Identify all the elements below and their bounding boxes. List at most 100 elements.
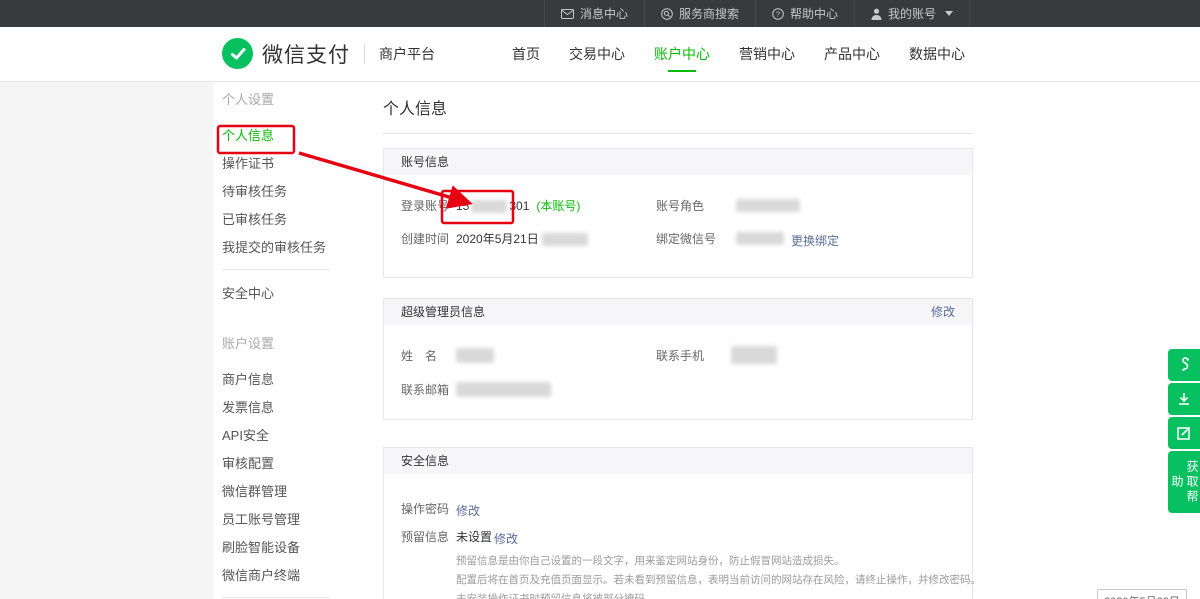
sidebar-item-operation-certificate[interactable]: 操作证书: [222, 157, 342, 170]
edit-admin-link[interactable]: 修改: [931, 299, 955, 325]
section-title: 安全信息: [401, 448, 449, 474]
created-date: 2020年5月21日: [456, 232, 539, 246]
header: 微信支付 商户平台 首页 交易中心 账户中心 营销中心 产品中心 数据中心: [0, 27, 1200, 82]
login-prefix: 15: [456, 199, 469, 213]
sidebar-item-personal-info[interactable]: 个人信息: [222, 129, 342, 142]
sidebar-section-account-settings: 账户设置: [222, 337, 342, 350]
edit-icon: [1176, 425, 1192, 441]
section-title: 账号信息: [401, 149, 449, 175]
topbar-item-help-center[interactable]: ? 帮助中心: [755, 0, 854, 27]
sidebar-item-security-center[interactable]: 安全中心: [222, 287, 342, 300]
topbar: 消息中心 服务商搜索 ? 帮助中心 我的账号: [0, 0, 1200, 27]
topbar-menu: 消息中心 服务商搜索 ? 帮助中心 我的账号: [544, 0, 970, 27]
security-info-section: 安全信息 操作密码 修改 预留信息 未设置 修改 预留信息是由你自己设置的一段文…: [383, 447, 973, 599]
redacted-name: [456, 348, 494, 363]
main-nav: 首页 交易中心 账户中心 营销中心 产品中心 数据中心: [505, 27, 972, 81]
edit-reserved-link[interactable]: 修改: [494, 530, 518, 547]
super-admin-header: 超级管理员信息 修改: [384, 299, 972, 325]
get-help-button[interactable]: 获取帮助: [1168, 451, 1200, 513]
redacted-login-middle: [471, 200, 507, 213]
sidebar-item-wechat-group-mgmt[interactable]: 微信群管理: [222, 485, 342, 498]
contact-phone-label: 联系手机: [656, 349, 704, 363]
download-button[interactable]: [1168, 383, 1200, 415]
nav-product-center[interactable]: 产品中心: [817, 27, 887, 81]
name-label: 姓 名: [401, 349, 437, 363]
reserved-info-value: 未设置: [456, 530, 492, 544]
topbar-item-label: 帮助中心: [790, 5, 838, 22]
topbar-item-provider-search[interactable]: 服务商搜索: [644, 0, 755, 27]
created-time-label: 创建时间: [401, 232, 449, 246]
sidebar-item-merchant-info[interactable]: 商户信息: [222, 373, 342, 386]
sidebar-item-merchant-terminal[interactable]: 微信商户终端: [222, 569, 342, 582]
account-info-header: 账号信息: [384, 149, 972, 175]
nav-data-center[interactable]: 数据中心: [902, 27, 972, 81]
svg-text:?: ?: [776, 9, 780, 18]
sidebar-item-my-submitted-tasks[interactable]: 我提交的审核任务: [222, 241, 342, 254]
redacted-created-time: [542, 233, 588, 246]
sidebar-item-pending-review-tasks[interactable]: 待审核任务: [222, 185, 342, 198]
current-account-tag: (本账号): [536, 199, 580, 213]
question-circle-icon: ?: [772, 8, 784, 20]
sidebar-item-staff-account-mgmt[interactable]: 员工账号管理: [222, 513, 342, 526]
login-suffix: 301: [509, 199, 529, 213]
redacted-email: [456, 382, 551, 397]
main-content: 个人信息 账号信息 登录账号 15 301 (本账号) 账号角色 创建时间 20…: [383, 93, 973, 599]
title-divider: [383, 133, 973, 134]
description-line: 预留信息是由你自己设置的一段文字，用来鉴定网站身份，防止假冒网站造成损失。: [456, 552, 981, 571]
quick-link-button[interactable]: [1168, 349, 1200, 381]
sidebar: 个人设置 个人信息 操作证书 待审核任务 已审核任务 我提交的审核任务 安全中心…: [222, 93, 342, 599]
envelope-icon: [561, 9, 574, 19]
created-time-value: 2020年5月21日: [456, 229, 588, 249]
page-title: 个人信息: [383, 100, 973, 120]
nav-transaction-center[interactable]: 交易中心: [562, 27, 632, 81]
section-title: 超级管理员信息: [401, 299, 485, 325]
sidebar-divider: [222, 597, 330, 598]
topbar-item-label: 我的账号: [888, 5, 936, 22]
sidebar-divider: [222, 269, 330, 270]
redacted-wechat-id: [736, 232, 784, 245]
redacted-phone: [731, 346, 777, 364]
nav-account-center[interactable]: 账户中心: [647, 27, 717, 81]
nav-home[interactable]: 首页: [505, 27, 547, 81]
bound-wechat-label: 绑定微信号: [656, 232, 716, 246]
chevron-down-icon: [945, 11, 953, 16]
login-account-label: 登录账号: [401, 199, 449, 213]
contact-email-label: 联系邮箱: [401, 383, 449, 397]
topbar-item-label: 服务商搜索: [679, 5, 739, 22]
sidebar-item-reviewed-tasks[interactable]: 已审核任务: [222, 213, 342, 226]
topbar-item-label: 消息中心: [580, 5, 628, 22]
topbar-item-my-account[interactable]: 我的账号: [854, 0, 970, 27]
wechat-pay-logo-icon: [222, 38, 253, 69]
search-circle-icon: [661, 8, 673, 20]
sidebar-section-personal-settings: 个人设置: [222, 93, 342, 106]
nav-marketing-center[interactable]: 营销中心: [732, 27, 802, 81]
brand-portal: 商户平台: [379, 44, 435, 64]
download-icon: [1176, 391, 1192, 407]
brand-divider: [364, 44, 365, 64]
brand[interactable]: 微信支付 商户平台: [222, 38, 435, 69]
edit-password-link[interactable]: 修改: [456, 502, 480, 519]
date-chip: 2020年5月22日: [1097, 589, 1187, 599]
super-admin-section: 超级管理员信息 修改 姓 名 联系手机 联系邮箱: [383, 298, 973, 420]
sidebar-item-invoice-info[interactable]: 发票信息: [222, 401, 342, 414]
rebind-link[interactable]: 更换绑定: [791, 232, 839, 249]
operation-password-label: 操作密码: [401, 502, 449, 516]
reserved-info-description: 预留信息是由你自己设置的一段文字，用来鉴定网站身份，防止假冒网站造成损失。 配置…: [456, 552, 981, 599]
sidebar-item-review-config[interactable]: 审核配置: [222, 457, 342, 470]
sidebar-item-face-device[interactable]: 刷脸智能设备: [222, 541, 342, 554]
description-line: 配置后将在首页及充值页面显示。若未看到预留信息，表明当前访问的网站存在风险，请终…: [456, 571, 981, 590]
account-info-section: 账号信息 登录账号 15 301 (本账号) 账号角色 创建时间 2020年5月…: [383, 148, 973, 278]
description-line: 未安装操作证书时预留信息将被部分掩码。: [456, 590, 981, 599]
security-info-header: 安全信息: [384, 448, 972, 474]
page: 消息中心 服务商搜索 ? 帮助中心 我的账号 微信支付 商户: [0, 0, 1200, 599]
brand-name: 微信支付: [262, 39, 350, 69]
link-icon: [1177, 357, 1192, 374]
user-icon: [871, 8, 882, 20]
feedback-button[interactable]: [1168, 417, 1200, 449]
redacted-account-role: [736, 199, 800, 212]
login-account-value: 15 301 (本账号): [456, 196, 580, 216]
floating-toolbar: 获取帮助: [1168, 349, 1200, 513]
topbar-item-message-center[interactable]: 消息中心: [544, 0, 644, 27]
account-role-label: 账号角色: [656, 199, 704, 213]
sidebar-item-api-security[interactable]: API安全: [222, 429, 342, 442]
